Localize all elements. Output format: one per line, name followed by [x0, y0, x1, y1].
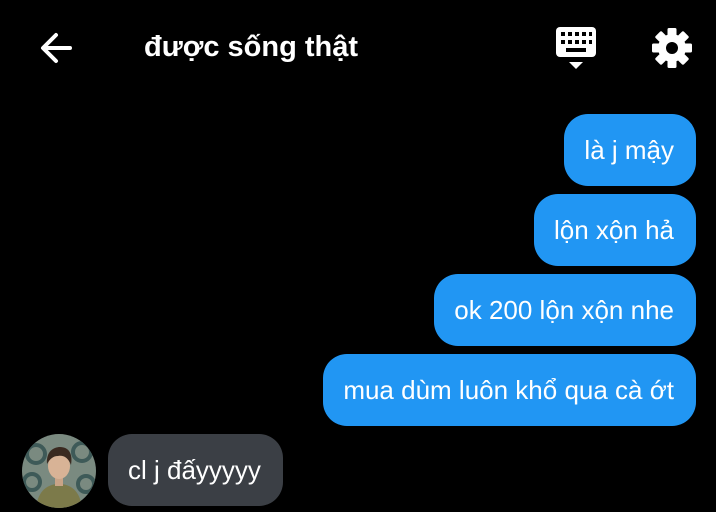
chat-header: được sống thật: [0, 0, 716, 96]
outgoing-message-bubble[interactable]: ok 200 lộn xộn nhe: [434, 274, 696, 346]
settings-button[interactable]: [646, 22, 698, 74]
arrow-left-icon: [41, 33, 72, 63]
back-button[interactable]: [34, 26, 78, 70]
avatar-image: [22, 434, 96, 508]
keyboard-button[interactable]: [552, 24, 600, 72]
contact-avatar[interactable]: [22, 434, 96, 508]
outgoing-message-bubble[interactable]: lộn xộn hả: [534, 194, 696, 266]
gear-icon: [652, 28, 692, 68]
outgoing-message-bubble[interactable]: là j mậy: [564, 114, 696, 186]
conversation-title: được sống thật: [144, 31, 359, 63]
incoming-message-bubble[interactable]: cl j đấyyyyy: [108, 434, 283, 506]
outgoing-message-bubble[interactable]: mua dùm luôn khổ qua cà ớt: [323, 354, 696, 426]
keyboard-icon: [556, 27, 596, 69]
